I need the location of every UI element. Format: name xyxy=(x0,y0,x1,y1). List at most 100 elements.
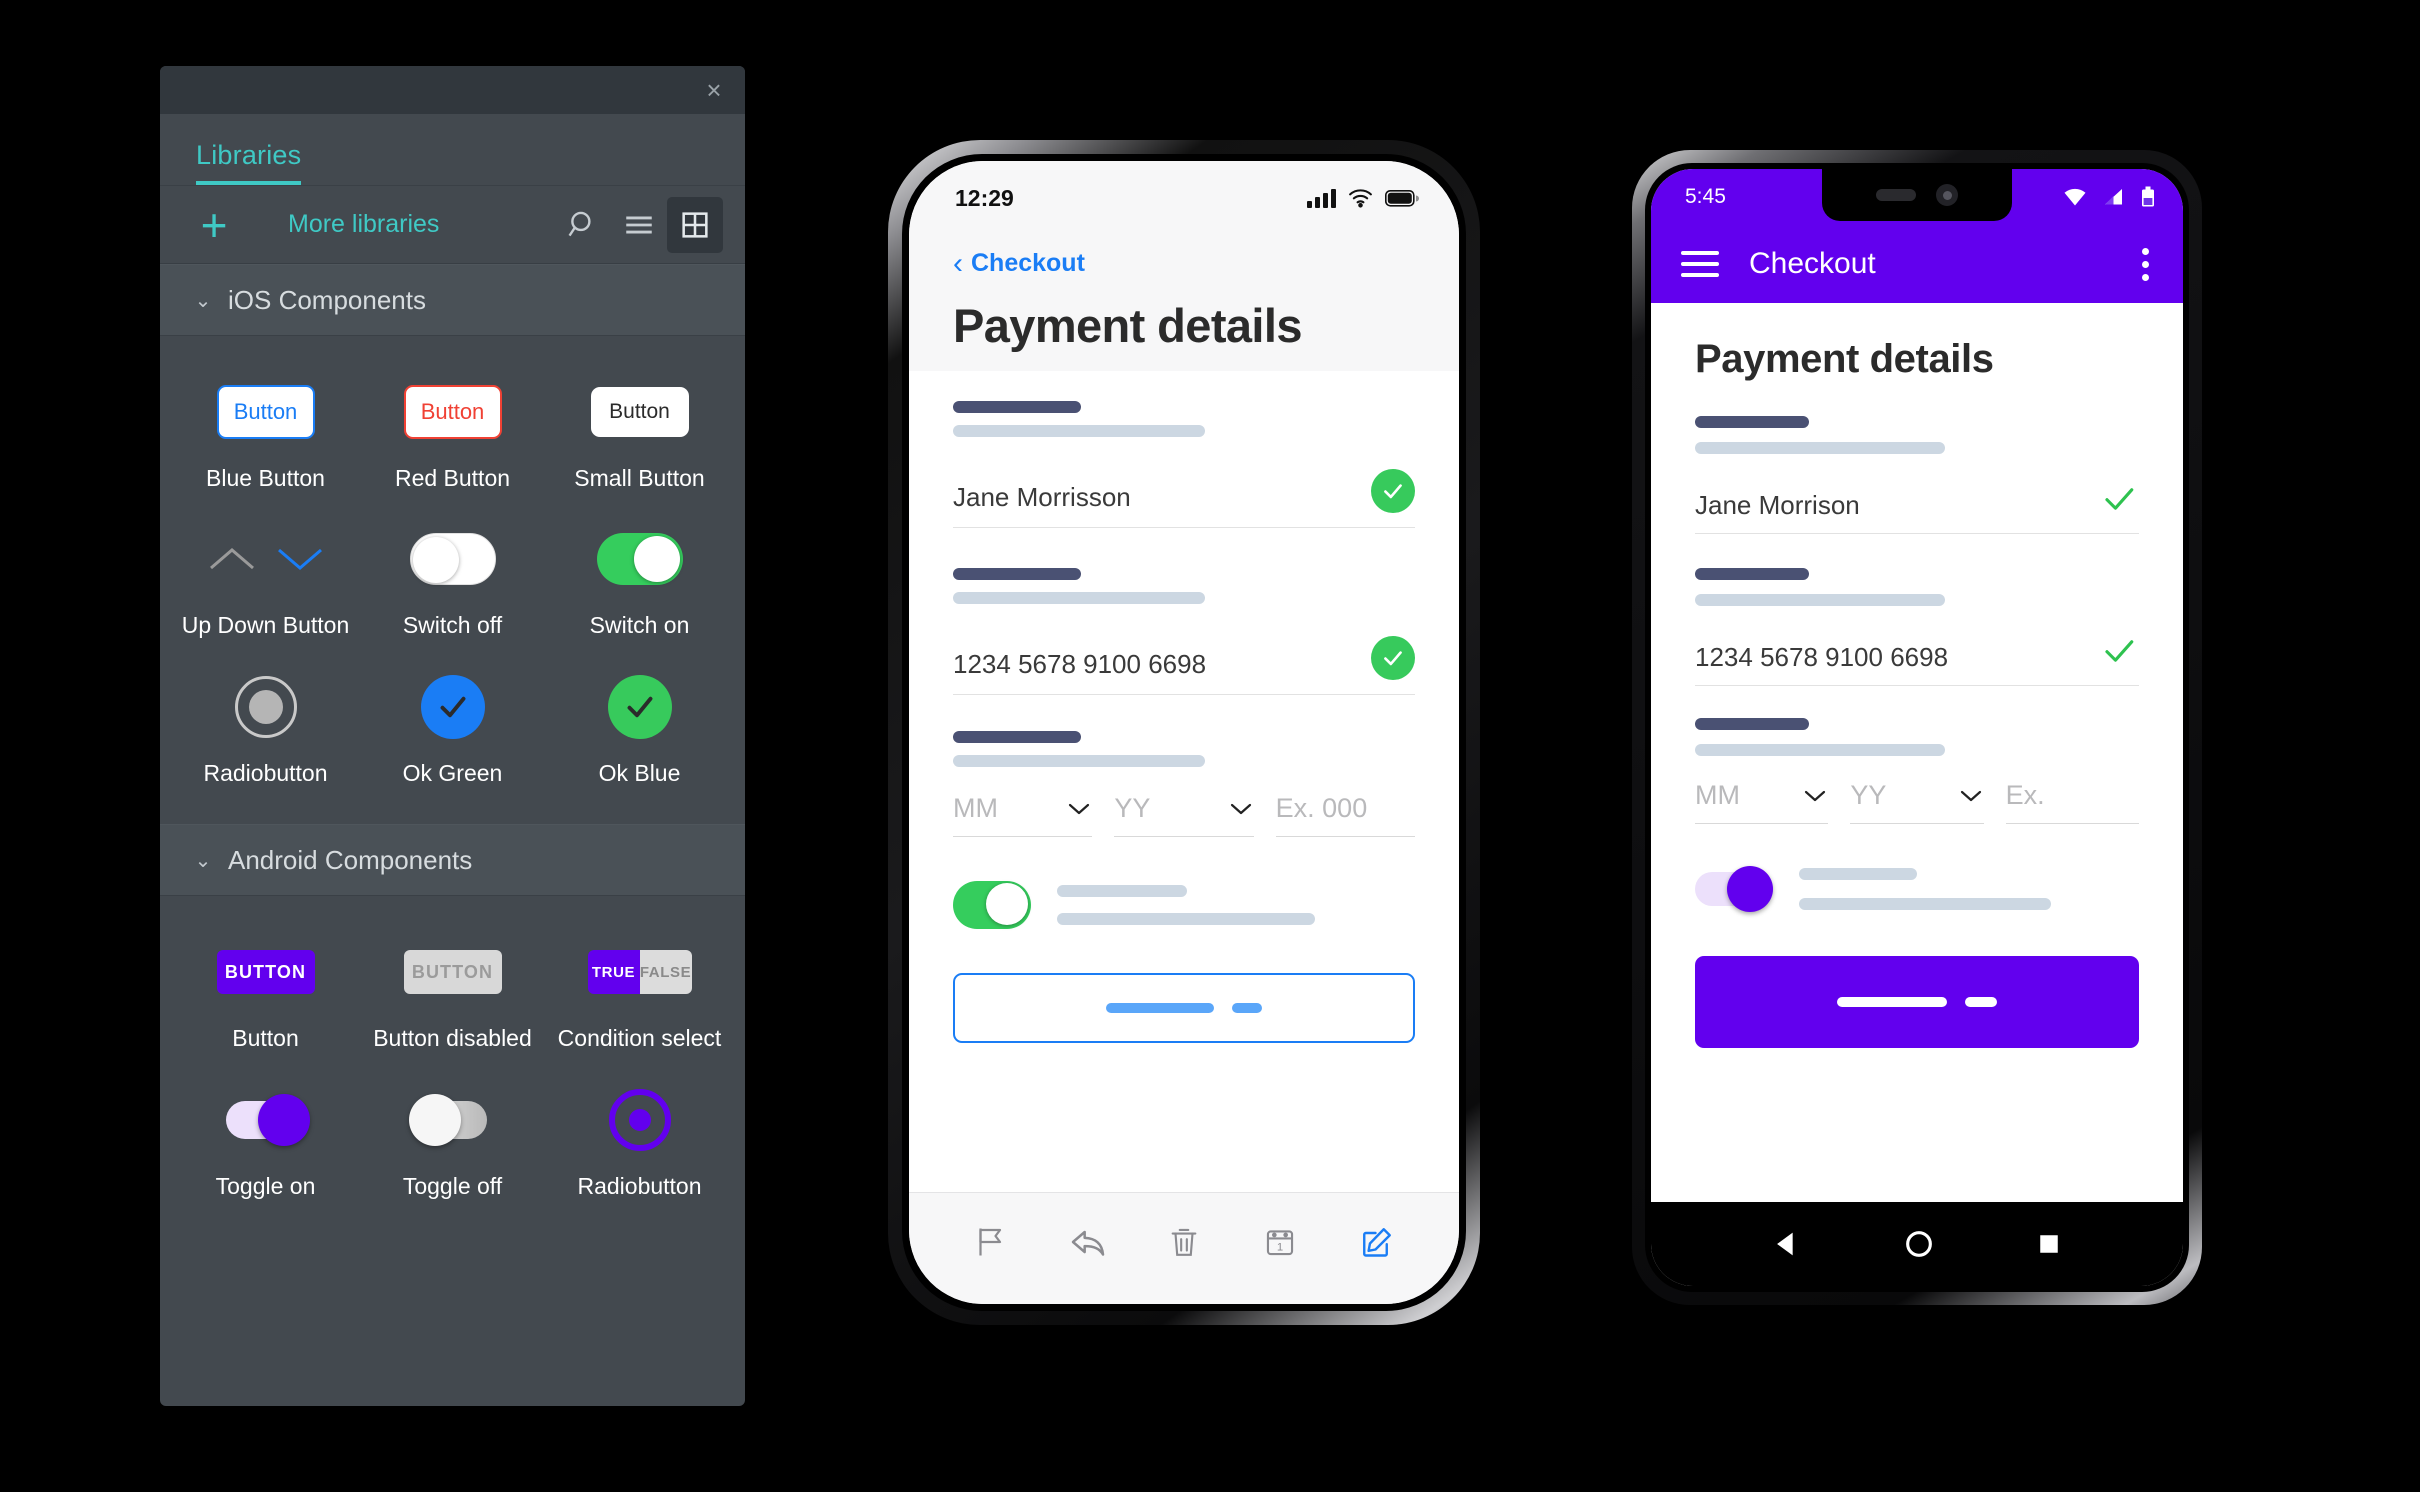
calendar-icon[interactable]: 1 xyxy=(1254,1216,1306,1268)
condition-select[interactable]: TRUE FALSE xyxy=(587,950,692,995)
back-triangle-icon[interactable] xyxy=(1770,1227,1804,1261)
section-title-android: Android Components xyxy=(228,844,473,875)
wifi-icon xyxy=(2064,188,2086,206)
component-android-button-disabled[interactable]: BUTTON Button disabled xyxy=(359,920,546,1067)
more-libraries-link[interactable]: More libraries xyxy=(288,210,555,239)
component-switch-off[interactable]: Switch off xyxy=(359,507,546,654)
cta-label-skeleton xyxy=(1837,997,1947,1007)
cardholder-name-value[interactable]: Jane Morrisson xyxy=(953,482,1131,513)
component-ios-radiobutton[interactable]: Radiobutton xyxy=(172,655,359,802)
expiry-month-select[interactable]: MM xyxy=(953,793,1093,837)
compose-icon[interactable] xyxy=(1351,1216,1403,1268)
form-field-name[interactable]: Jane Morrisson xyxy=(953,401,1415,528)
reply-icon[interactable] xyxy=(1062,1216,1114,1268)
android-form: Payment details Jane Morrison 1234 5678 … xyxy=(1651,303,2183,1202)
valid-check-icon xyxy=(1371,636,1415,680)
screenshot-stage: × Libraries + More libraries ⌄ iOS Compo… xyxy=(0,0,2420,1492)
submit-button[interactable] xyxy=(953,973,1415,1043)
section-header-android[interactable]: ⌄ Android Components xyxy=(160,824,745,897)
field-underline xyxy=(1695,533,2139,534)
chevron-down-icon[interactable] xyxy=(273,542,327,576)
android-toggle-off[interactable] xyxy=(408,1093,493,1146)
save-card-toggle[interactable] xyxy=(1695,866,1773,912)
save-card-switch[interactable] xyxy=(953,881,1031,929)
component-label: Switch off xyxy=(402,612,503,639)
flag-icon[interactable] xyxy=(965,1216,1017,1268)
expiry-year-select[interactable]: YY xyxy=(1114,793,1254,837)
chevron-up-icon[interactable] xyxy=(205,542,259,576)
ios-switch-off[interactable] xyxy=(409,533,496,586)
toggle-thumb xyxy=(257,1093,310,1146)
field-underline xyxy=(953,527,1415,528)
component-ok-green[interactable]: Ok Green xyxy=(359,655,546,802)
valid-check-icon xyxy=(2099,634,2139,673)
save-card-row[interactable] xyxy=(953,881,1415,929)
component-up-down-button[interactable]: Up Down Button xyxy=(172,507,359,654)
ios-red-button[interactable]: Button xyxy=(403,385,502,439)
field-help-skeleton xyxy=(1695,442,1945,454)
libraries-panel: × Libraries + More libraries ⌄ iOS Compo… xyxy=(160,66,745,1406)
component-label: Ok Green xyxy=(402,759,503,786)
card-number-value[interactable]: 1234 5678 9100 6698 xyxy=(1695,642,1948,673)
ios-blue-button[interactable]: Button xyxy=(216,385,315,439)
component-ok-blue[interactable]: Ok Blue xyxy=(546,655,733,802)
trash-icon[interactable] xyxy=(1158,1216,1210,1268)
component-android-radiobutton[interactable]: Radiobutton xyxy=(546,1068,733,1215)
component-toggle-on[interactable]: Toggle on xyxy=(172,1068,359,1215)
form-field-name[interactable]: Jane Morrison xyxy=(1695,416,2139,534)
condition-true-option[interactable]: TRUE xyxy=(587,950,640,995)
check-circle-blue-icon[interactable] xyxy=(420,674,485,739)
overflow-menu-icon[interactable] xyxy=(2136,242,2155,287)
grid-view-icon[interactable] xyxy=(667,196,723,253)
valid-check-icon xyxy=(1371,469,1415,513)
cvv-input[interactable]: Ex. xyxy=(2005,780,2139,824)
add-library-icon[interactable]: + xyxy=(190,202,238,248)
submit-button[interactable] xyxy=(1695,956,2139,1048)
form-field-card-number[interactable]: 1234 5678 9100 6698 xyxy=(1695,568,2139,686)
recents-square-icon[interactable] xyxy=(2034,1229,2064,1259)
back-button-label: Checkout xyxy=(971,249,1085,277)
form-field-card-number[interactable]: 1234 5678 9100 6698 xyxy=(953,568,1415,695)
component-art xyxy=(205,517,327,601)
switch-knob xyxy=(412,537,459,584)
card-number-value[interactable]: 1234 5678 9100 6698 xyxy=(953,649,1206,680)
field-help-skeleton xyxy=(953,755,1205,767)
save-card-row[interactable] xyxy=(1695,866,2139,912)
ios-switch-on[interactable] xyxy=(596,533,683,586)
component-small-button[interactable]: Button Small Button xyxy=(546,360,733,507)
iphone-screen: 12:29 ‹ Checkout Payment details Jane Mo… xyxy=(909,161,1459,1304)
android-toggle-on[interactable] xyxy=(225,1093,310,1146)
section-header-ios[interactable]: ⌄ iOS Components xyxy=(160,264,745,336)
component-red-button[interactable]: Button Red Button xyxy=(359,360,546,507)
expiry-year-select[interactable]: YY xyxy=(1850,780,1984,824)
component-toggle-off[interactable]: Toggle off xyxy=(359,1068,546,1215)
tab-libraries[interactable]: Libraries xyxy=(196,140,302,185)
component-label: Red Button xyxy=(394,465,511,491)
cvv-placeholder: Ex. 000 xyxy=(1275,793,1368,823)
expiry-month-select[interactable]: MM xyxy=(1695,780,1829,824)
home-circle-icon[interactable] xyxy=(1902,1227,1936,1261)
front-camera xyxy=(1936,184,1958,206)
check-circle-green-icon[interactable] xyxy=(607,674,672,739)
cvv-input[interactable]: Ex. 000 xyxy=(1275,793,1415,837)
component-blue-button[interactable]: Button Blue Button xyxy=(172,360,359,507)
radio-button-icon[interactable] xyxy=(234,675,297,738)
save-card-label-skeleton xyxy=(1057,885,1187,897)
component-android-button[interactable]: BUTTON Button xyxy=(172,920,359,1067)
component-condition-select[interactable]: TRUE FALSE Condition select xyxy=(546,920,733,1067)
cardholder-name-value[interactable]: Jane Morrison xyxy=(1695,490,1860,521)
radio-button-icon[interactable] xyxy=(608,1088,671,1151)
close-icon[interactable]: × xyxy=(701,77,727,103)
android-button[interactable]: BUTTON xyxy=(216,950,315,995)
search-icon[interactable] xyxy=(555,197,611,253)
back-button[interactable]: ‹ Checkout xyxy=(953,248,1415,278)
panel-titlebar: × xyxy=(160,66,745,114)
list-view-icon[interactable] xyxy=(611,197,667,253)
ios-small-button[interactable]: Button xyxy=(590,387,689,437)
form-field-expiry: MM YY Ex. xyxy=(1695,718,2139,824)
hamburger-menu-icon[interactable] xyxy=(1681,251,1719,277)
condition-false-option[interactable]: FALSE xyxy=(639,950,692,995)
component-label: Ok Blue xyxy=(598,759,681,786)
component-switch-on[interactable]: Switch on xyxy=(546,507,733,654)
field-underline xyxy=(953,836,1093,837)
